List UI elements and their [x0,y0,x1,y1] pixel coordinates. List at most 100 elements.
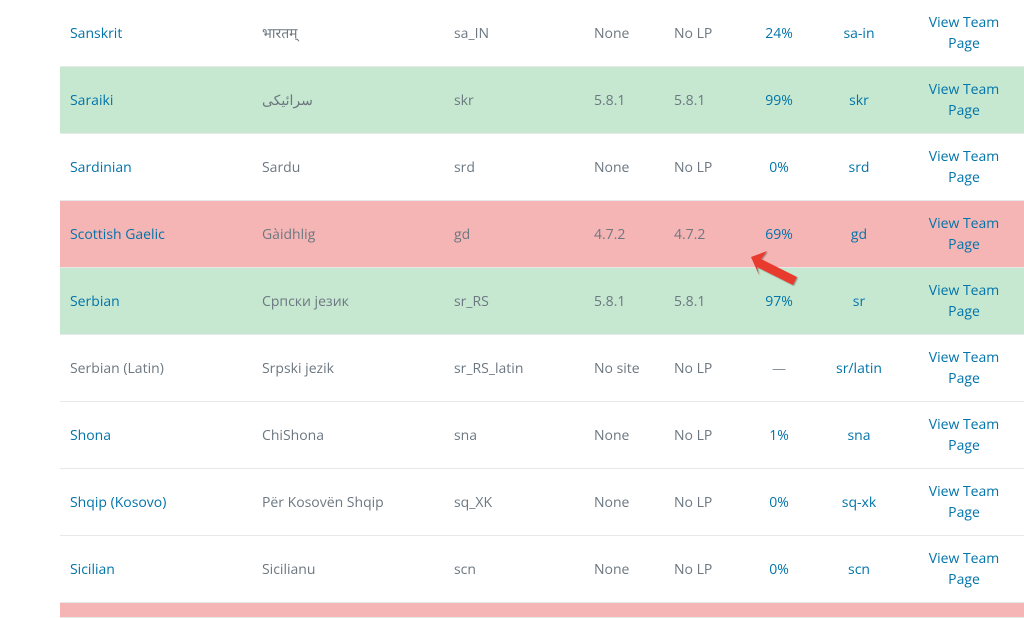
view-team-link[interactable]: View Team Page [914,213,1014,255]
view-team-link[interactable]: View Team Page [914,12,1014,54]
language-link[interactable]: Scottish Gaelic [70,224,165,245]
cell-native: Sardu [252,134,444,200]
language-link[interactable]: Sanskrit [70,23,122,44]
cell-percent: 99% [744,67,814,133]
cell-locale: sr_RS [444,268,584,334]
code-link[interactable]: sr/latin [836,358,882,379]
cell-percent: 0% [744,536,814,602]
code-link[interactable]: sq-xk [842,492,876,513]
language-link[interactable]: Shona [70,425,111,446]
cell-lp: No LP [664,134,744,200]
cell-code: sq-xk [814,469,904,535]
cell-version: 4.7.2 [584,201,664,267]
cell-team: View Team Page [904,268,1024,334]
code-link[interactable]: gd [851,224,867,245]
view-team-link[interactable]: View Team Page [914,146,1014,188]
cell-percent: 69% [744,201,814,267]
table-row: Scottish GaelicGàidhliggd4.7.24.7.269%gd… [60,201,1024,268]
cell-version: 5.8.1 [584,268,664,334]
cell-code: srd [814,134,904,200]
cell-language: Serbian (Latin) [60,335,252,401]
cell-lp: No LP [664,536,744,602]
code-link[interactable]: srd [849,157,870,178]
code-link[interactable]: sr [853,291,865,312]
table-row: Serbian (Latin)Srpski jeziksr_RS_latinNo… [60,335,1024,402]
percent-link[interactable]: 97% [765,291,793,312]
percent-link[interactable]: 99% [765,90,793,111]
view-team-link[interactable]: View Team Page [914,280,1014,322]
language-link[interactable]: Saraiki [70,90,113,111]
cell-version: None [584,469,664,535]
table-row: SicilianSicilianuscnNoneNo LP0%scnView T… [60,536,1024,603]
code-link[interactable]: sa-in [843,23,874,44]
cell-team: View Team Page [904,0,1024,66]
table-row: SerbianСрпски језикsr_RS5.8.15.8.197%srV… [60,268,1024,335]
percent-link[interactable]: 0% [769,157,789,178]
percent-link[interactable]: 0% [769,492,789,513]
cell-version: 5.8.1 [584,67,664,133]
view-team-link[interactable]: View Team Page [914,481,1014,523]
cell-native: भारतम् [252,0,444,66]
cell-code: sa-in [814,0,904,66]
table-row-partial [60,603,1024,618]
cell-language: Scottish Gaelic [60,201,252,267]
code-link[interactable]: skr [849,90,869,111]
cell-version: None [584,402,664,468]
percent-link[interactable]: 1% [769,425,789,446]
cell-lp: 4.7.2 [664,201,744,267]
cell-code: skr [814,67,904,133]
language-link[interactable]: Shqip (Kosovo) [70,492,166,513]
cell-locale: skr [444,67,584,133]
view-team-link[interactable]: View Team Page [914,548,1014,590]
cell-lp: No LP [664,469,744,535]
view-team-link[interactable]: View Team Page [914,347,1014,389]
language-link[interactable]: Sardinian [70,157,132,178]
language-table: Sanskritभारतम्sa_INNoneNo LP24%sa-inView… [60,0,1024,618]
cell-language: Shona [60,402,252,468]
cell-native: ChiShona [252,402,444,468]
percent-link[interactable]: 0% [769,559,789,580]
language-link[interactable]: Sicilian [70,559,115,580]
cell-code: sr [814,268,904,334]
language-link[interactable]: Serbian [70,291,120,312]
cell-lp: 5.8.1 [664,268,744,334]
cell-locale: gd [444,201,584,267]
cell-language: Sanskrit [60,0,252,66]
cell-team: View Team Page [904,402,1024,468]
cell-locale: sna [444,402,584,468]
cell-team: View Team Page [904,134,1024,200]
percent-link[interactable]: 24% [765,23,793,44]
cell-percent: 0% [744,134,814,200]
cell-locale: srd [444,134,584,200]
cell-native: سرائیکی [252,67,444,133]
cell-version: None [584,536,664,602]
cell-language: Shqip (Kosovo) [60,469,252,535]
table-row: Saraikiسرائیکیskr5.8.15.8.199%skrView Te… [60,67,1024,134]
table-row: SardinianSardusrdNoneNo LP0%srdView Team… [60,134,1024,201]
table-row: Sanskritभारतम्sa_INNoneNo LP24%sa-inView… [60,0,1024,67]
cell-lp: No LP [664,0,744,66]
cell-team: View Team Page [904,469,1024,535]
cell-code: scn [814,536,904,602]
cell-language: Saraiki [60,67,252,133]
cell-locale: scn [444,536,584,602]
cell-team: View Team Page [904,536,1024,602]
cell-native: Për Kosovën Shqip [252,469,444,535]
cell-locale: sa_IN [444,0,584,66]
cell-lp: No LP [664,402,744,468]
code-link[interactable]: sna [847,425,870,446]
cell-team: View Team Page [904,335,1024,401]
table-row: Shqip (Kosovo)Për Kosovën Shqipsq_XKNone… [60,469,1024,536]
cell-native: Gàidhlig [252,201,444,267]
cell-team: View Team Page [904,201,1024,267]
view-team-link[interactable]: View Team Page [914,79,1014,121]
cell-native: Српски језик [252,268,444,334]
percent-link[interactable]: 69% [765,224,793,245]
cell-code: sna [814,402,904,468]
view-team-link[interactable]: View Team Page [914,414,1014,456]
cell-lp: 5.8.1 [664,67,744,133]
cell-code: sr/latin [814,335,904,401]
cell-percent: 1% [744,402,814,468]
cell-locale: sr_RS_latin [444,335,584,401]
code-link[interactable]: scn [848,559,870,580]
